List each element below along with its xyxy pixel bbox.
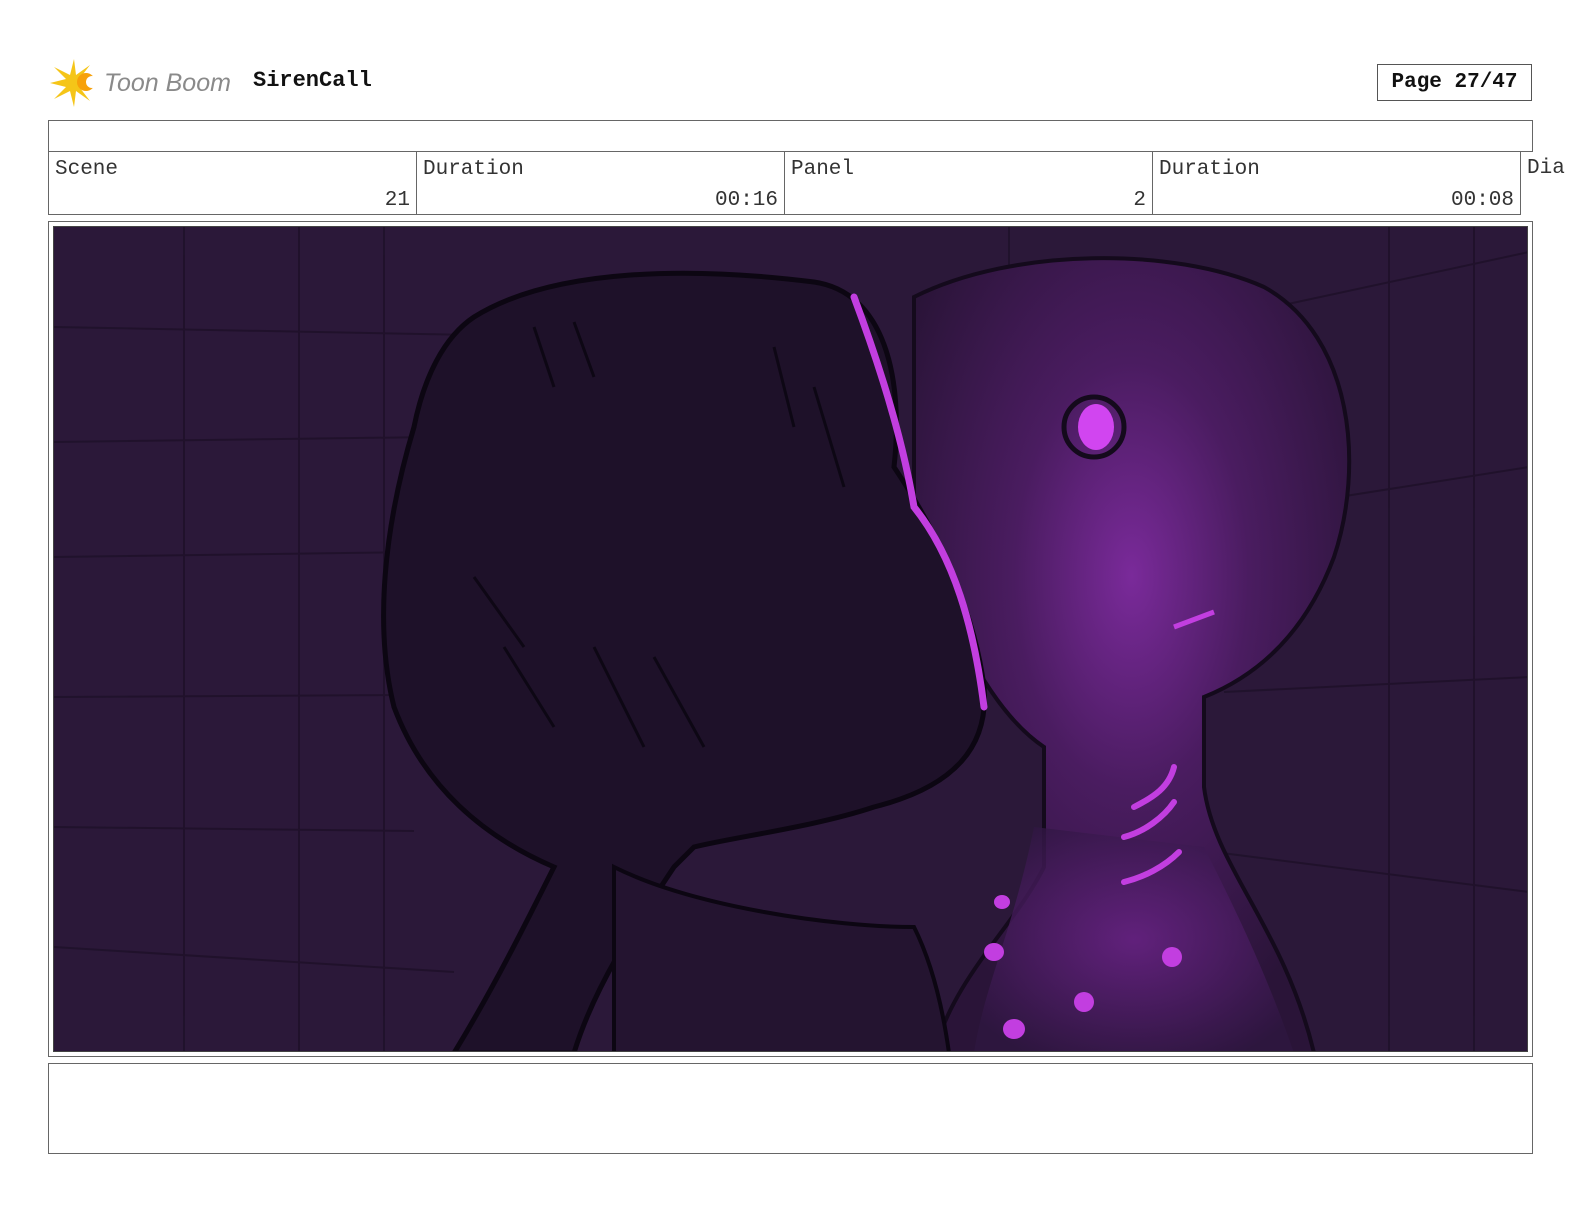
logo-wordmark: Toon Boom <box>104 69 231 97</box>
dialogue-label: Dia <box>1527 157 1565 180</box>
page-indicator: Page 27/47 <box>1377 64 1532 101</box>
panel-cell: Panel 2 <box>784 151 1152 215</box>
panel-value: 2 <box>1133 189 1146 212</box>
header-blank-row <box>48 120 1533 152</box>
scene-duration-label: Duration <box>423 158 524 181</box>
scene-label: Scene <box>55 158 119 181</box>
logo-star-icon <box>50 59 98 107</box>
panel-duration-value: 00:08 <box>1450 189 1514 212</box>
storyboard-panel-image <box>53 226 1528 1052</box>
storyboard-frame <box>48 221 1533 1057</box>
scene-duration-value: 00:16 <box>714 189 778 212</box>
panel-notes-box <box>48 1063 1533 1154</box>
siren-glowing-eye <box>1078 404 1114 450</box>
panel-info-row: Scene 21 Duration 00:16 Panel 2 Duration… <box>48 151 1582 215</box>
panel-duration-label: Duration <box>1159 158 1260 181</box>
scene-cell: Scene 21 <box>48 151 416 215</box>
dialogue-cell: Dia <box>1521 151 1582 215</box>
panel-duration-cell: Duration 00:08 <box>1152 151 1521 215</box>
project-title: SirenCall <box>253 68 372 93</box>
scene-value: 21 <box>384 189 410 212</box>
toon-boom-logo: Toon Boom <box>50 57 240 107</box>
scene-duration-cell: Duration 00:16 <box>416 151 784 215</box>
panel-label: Panel <box>791 158 855 181</box>
